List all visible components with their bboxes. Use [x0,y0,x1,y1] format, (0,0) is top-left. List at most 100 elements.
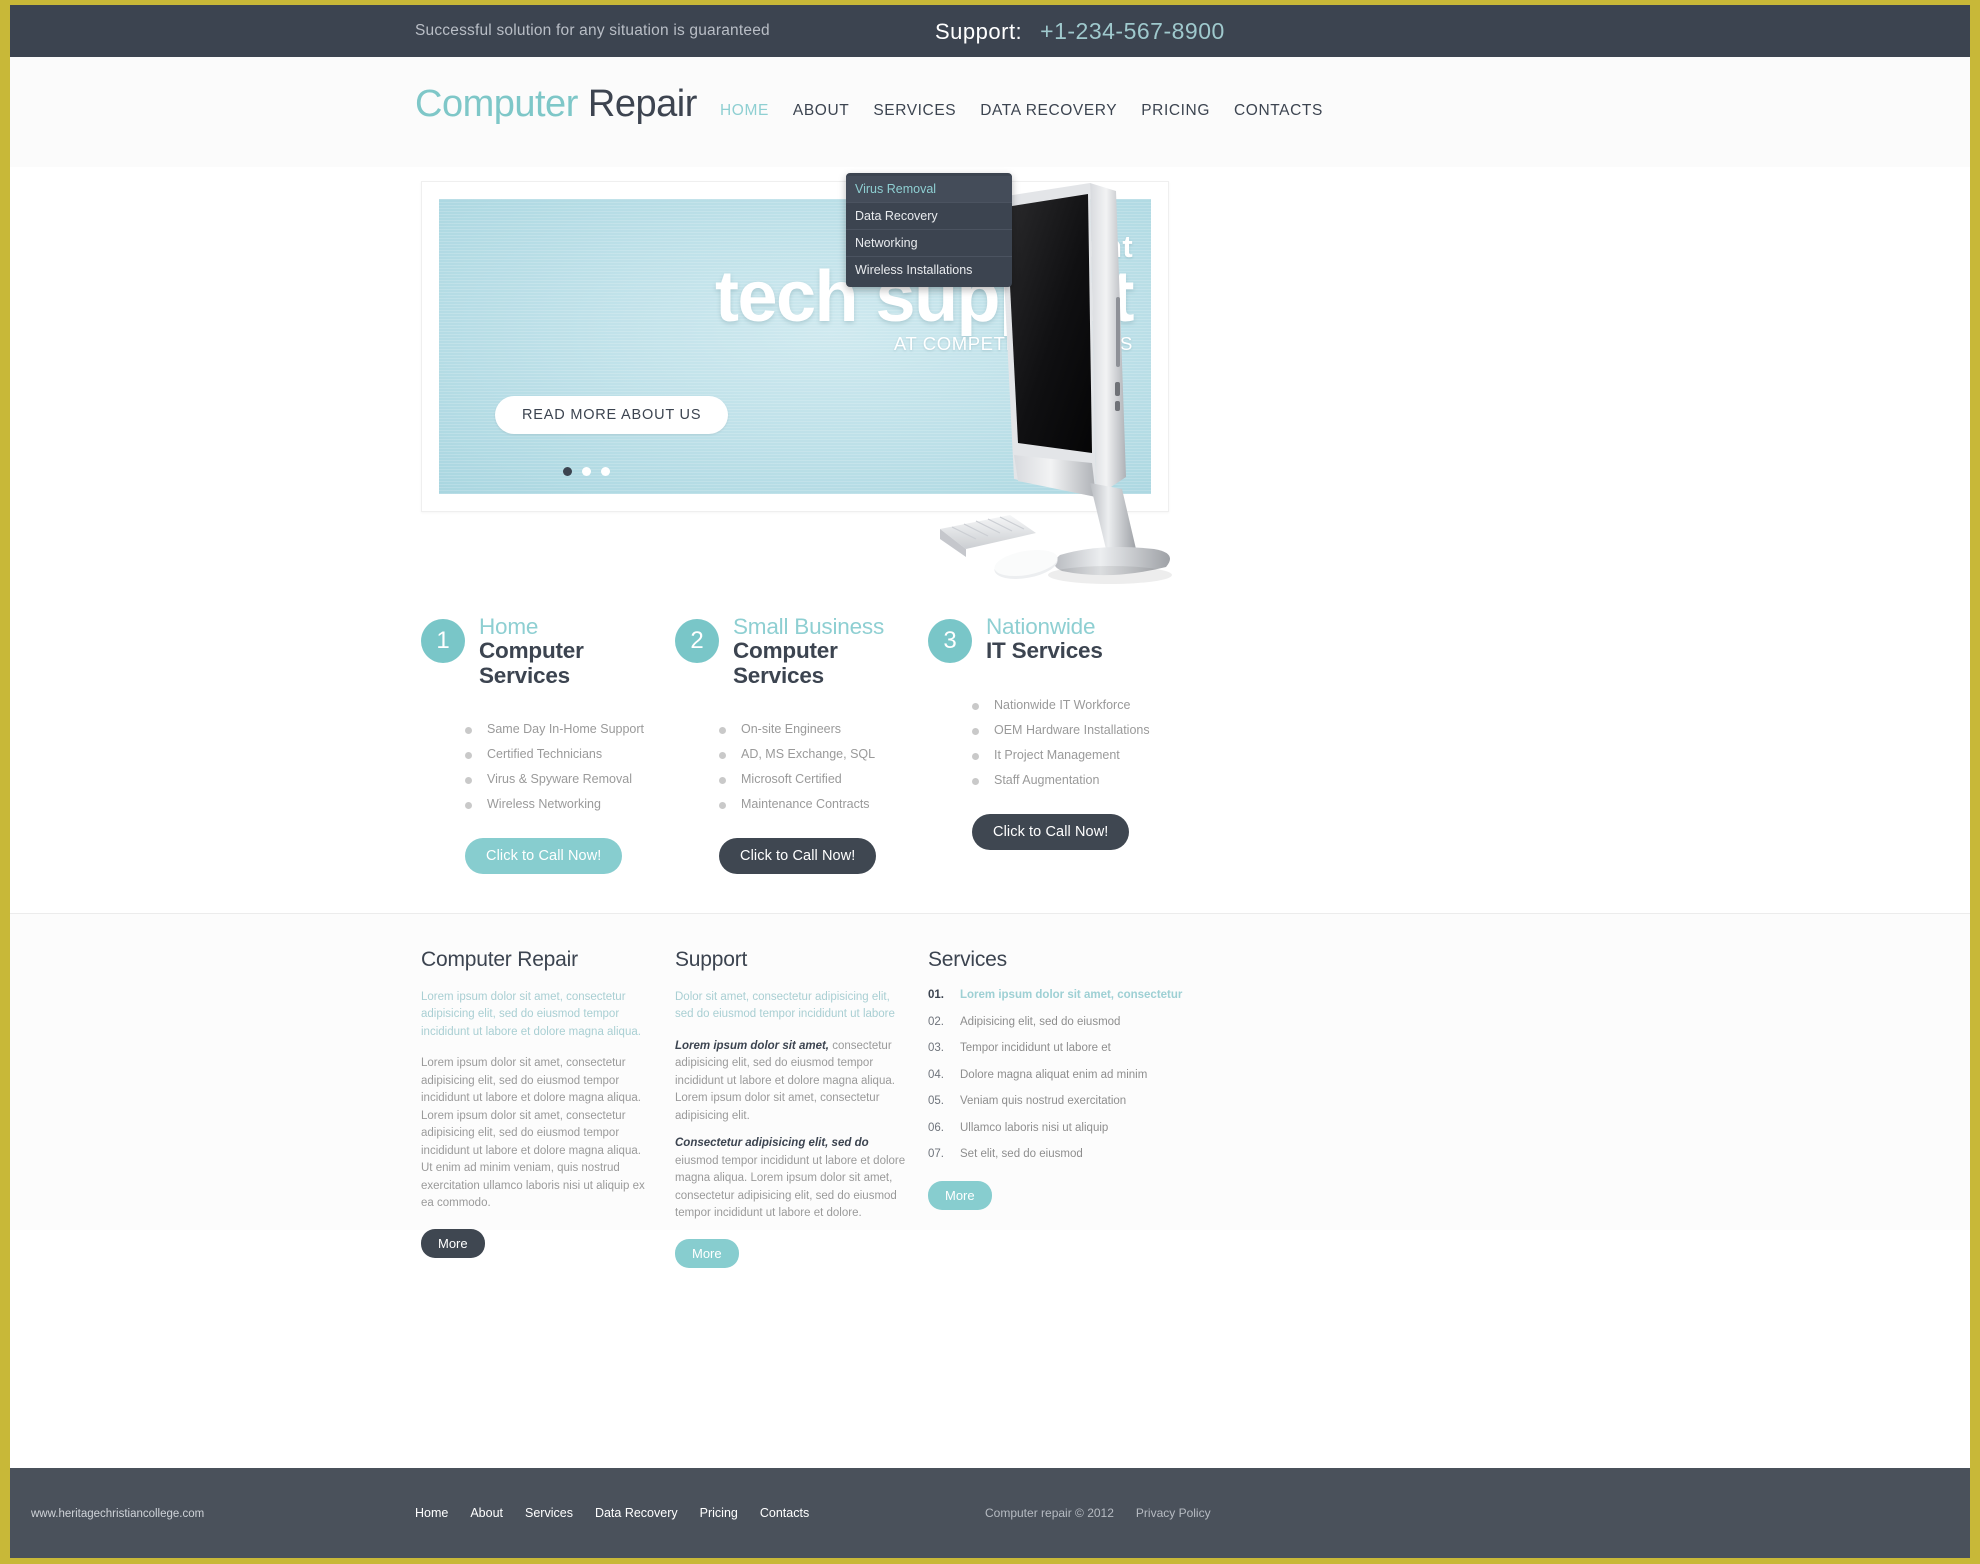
read-more-about-us-button[interactable]: READ MORE ABOUT US [495,396,729,434]
services-dropdown-menu: Virus Removal Data Recovery Networking W… [846,173,1012,287]
dropdown-item-virus-removal[interactable]: Virus Removal [846,176,1012,203]
page-title: Support [675,948,748,971]
list-item-label: Veniam quis nostrud exercitation [960,1095,1127,1107]
list-item-number: 02. [928,1015,944,1028]
slider-dot-2[interactable] [582,467,591,476]
lower-column-support: Support Dolor sit amet, consectetur adip… [675,948,907,1268]
list-item-label: Dolore magna aliquat enim ad minim [960,1068,1148,1081]
body-paragraph-2: Consectetur adipisicing elit, sed do eiu… [675,1135,907,1222]
list-item-label: Lorem ipsum dolor sit amet, consectetur [960,989,1183,1001]
page-canvas: Successful solution for any situation is… [10,5,1970,1558]
list-item-label: Tempor incididunt ut labore et [960,1042,1111,1054]
more-button-services[interactable]: More [928,1180,992,1210]
nav-item-contacts[interactable]: CONTACTS [1234,102,1323,124]
list-item-label: Adipisicing elit, sed do eiusmod [960,1015,1121,1028]
footer-link-contacts[interactable]: Contacts [760,1506,809,1520]
list-item: Staff Augmentation [972,773,1228,787]
footer-link-pricing[interactable]: Pricing [700,1506,738,1520]
lower-content-section: Computer Repair Lorem ipsum dolor sit am… [10,914,1970,1268]
top-utility-bar: Successful solution for any situation is… [10,5,1970,57]
service-title-group: Nationwide IT Services [986,614,1103,664]
body-paragraph-1: Lorem ipsum dolor sit amet, consectetur … [675,1038,907,1125]
intro-paragraph: Lorem ipsum dolor sit amet, consectetur … [421,991,641,1038]
hero-slider-dots [563,467,610,476]
list-item[interactable]: 06. Ullamco laboris nisi ut aliquip [928,1122,1188,1134]
service-title-top: Small Business [733,614,885,639]
privacy-policy-link[interactable]: Privacy Policy [1136,1506,1211,1520]
service-title-bottom-1: IT Services [986,638,1103,664]
click-to-call-button-small-business[interactable]: Click to Call Now! [719,837,877,874]
list-item-number: 01. [928,989,944,1001]
dropdown-item-data-recovery[interactable]: Data Recovery [846,203,1012,230]
list-item-number: 06. [928,1121,944,1134]
services-columns-section: 1 Home Computer Services Same Day In-Hom… [10,614,1970,895]
more-button-computer-repair[interactable]: More [421,1228,485,1258]
logo-word-repair: Repair [587,83,697,125]
list-item[interactable]: 02. Adipisicing elit, sed do eiusmod [928,1016,1188,1028]
slider-dot-1[interactable] [563,467,572,476]
nav-item-services[interactable]: SERVICES [873,102,956,124]
list-item: It Project Management [972,748,1228,762]
list-item-number: 03. [928,1042,944,1054]
service-title-bottom-2: Services [479,662,570,688]
list-item[interactable]: 01. Lorem ipsum dolor sit amet, consectet… [928,989,1188,1001]
list-item-number: 04. [928,1068,944,1081]
lower-column-services: Services 01. Lorem ipsum dolor sit amet, … [928,948,1188,1210]
nav-item-pricing[interactable]: PRICING [1141,102,1210,124]
list-item[interactable]: 04. Dolore magna aliquat enim ad minim [928,1069,1188,1081]
services-numbered-list: 01. Lorem ipsum dolor sit amet, consectet… [928,989,1188,1160]
footer-site-url: www.heritagechristiancollege.com [31,1508,205,1520]
site-logo[interactable]: Computer Repair [415,83,697,126]
list-item[interactable]: 07. Set elit, sed do eiusmod [928,1148,1188,1160]
service-title-bottom-2: Services [733,662,824,688]
page-title: Computer Repair [421,948,578,971]
emphasis-text: Lorem ipsum dolor sit amet, [675,1039,829,1052]
logo-word-computer: Computer [415,83,578,125]
footer-link-services[interactable]: Services [525,1506,573,1520]
dropdown-item-wireless-installations[interactable]: Wireless Installations [846,257,1012,283]
more-button-support[interactable]: More [675,1238,739,1268]
nav-item-home[interactable]: HOME [720,102,769,124]
list-item[interactable]: 05. Veniam quis nostrud exercitation [928,1095,1188,1107]
support-block: Support: +1-234-567-8900 [935,18,1225,45]
dropdown-item-networking[interactable]: Networking [846,230,1012,257]
click-to-call-button-home[interactable]: Click to Call Now! [465,837,623,874]
service-title-top: Nationwide [986,614,1096,639]
page-border-frame: Successful solution for any situation is… [0,0,1980,1564]
nav-item-about[interactable]: ABOUT [793,102,849,124]
support-label: Support: [935,18,1023,44]
paragraph-rest: eiusmod tempor incididunt ut labore et d… [675,1154,906,1220]
support-phone-number[interactable]: +1-234-567-8900 [1040,18,1225,45]
hero-slider-card: Offering excellent tech support AT COMPE… [421,181,1169,512]
service-number-badge: 3 [928,619,972,663]
service-title-top: Home [479,614,539,639]
footer-legal-block: Computer repair © 2012 Privacy Policy [985,1506,1211,1520]
service-title-group: Home Computer Services [479,614,584,688]
intro-paragraph: Dolor sit amet, consectetur adipisicing … [675,991,895,1021]
footer-link-about[interactable]: About [470,1506,503,1520]
service-title-bottom-1: Computer [733,638,838,664]
site-header: Computer Repair HOME ABOUT SERVICES DATA… [10,57,1970,287]
service-title-bottom-1: Computer [479,638,584,664]
footer-link-home[interactable]: Home [415,1506,448,1520]
list-item[interactable]: 03. Tempor incididunt ut labore et [928,1042,1188,1054]
service-heading: 3 Nationwide IT Services [928,614,1228,664]
service-number-badge: 1 [421,619,465,663]
list-item-label: Set elit, sed do eiusmod [960,1148,1083,1160]
main-navigation: HOME ABOUT SERVICES DATA RECOVERY PRICIN… [720,102,1323,124]
service-number-badge: 2 [675,619,719,663]
tagline-text: Successful solution for any situation is… [415,22,770,39]
list-item-label: Ullamco laboris nisi ut aliquip [960,1121,1109,1134]
list-item: Nationwide IT Workforce [972,698,1228,712]
emphasis-text: Consectetur adipisicing elit, sed do [675,1137,869,1150]
list-item-number: 07. [928,1148,944,1160]
nav-item-data-recovery[interactable]: DATA RECOVERY [980,102,1117,124]
click-to-call-button-nationwide[interactable]: Click to Call Now! [972,813,1130,850]
footer-link-data-recovery[interactable]: Data Recovery [595,1506,678,1520]
slider-dot-3[interactable] [601,467,610,476]
list-item: OEM Hardware Installations [972,723,1228,737]
body-paragraph: Lorem ipsum dolor sit amet, consectetur … [421,1057,645,1210]
lower-column-computer-repair: Computer Repair Lorem ipsum dolor sit am… [421,948,649,1258]
service-title-group: Small Business Computer Services [733,614,885,688]
page-title: Services [928,948,1007,971]
